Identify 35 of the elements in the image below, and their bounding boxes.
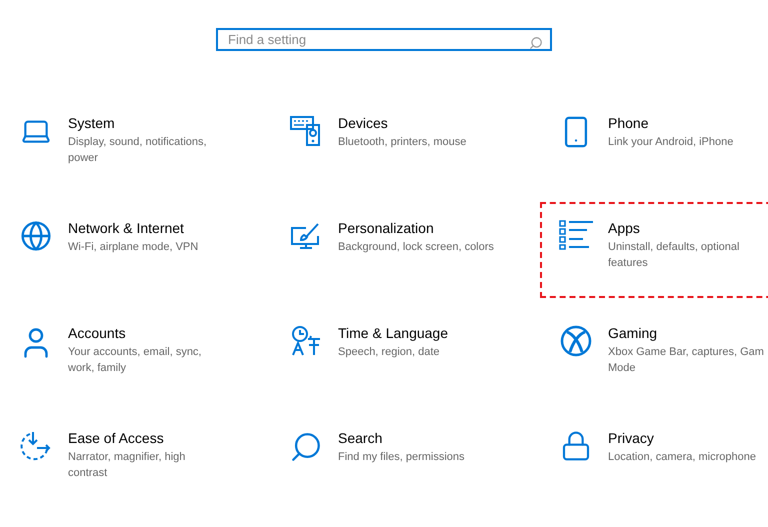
category-description: Location, camera, microphone [608, 450, 756, 465]
category-title: Time & Language [338, 325, 448, 341]
globe-icon [20, 220, 52, 252]
list-icon [559, 220, 593, 250]
category-title: Ease of Access [68, 430, 165, 446]
category-title: System [68, 115, 116, 131]
category-title: Phone [608, 115, 650, 131]
search-field[interactable]: Find a setting [216, 28, 552, 51]
keyboard-speaker-icon [290, 115, 322, 147]
xbox-icon [560, 325, 592, 357]
search-icon [529, 36, 543, 50]
category-description: Bluetooth, printers, mouse [338, 135, 466, 150]
category-description: Uninstall, defaults, optional features [608, 240, 740, 271]
category-title: Devices [338, 115, 389, 131]
category-title: Personalization [338, 220, 435, 236]
dashed-clock-icon [20, 430, 52, 462]
lock-icon [560, 430, 592, 462]
category-description: Find my files, permissions [338, 450, 465, 465]
search-icon [289, 430, 323, 464]
category-title: Search [338, 430, 384, 446]
highlighted-settings-tile[interactable]: Apps Uninstall, defaults, optional features [540, 202, 768, 298]
category-description: Speech, region, date [338, 345, 441, 360]
category-description: Your accounts, email, sync, work, family [68, 345, 202, 376]
category-description: Link your Android, iPhone [608, 135, 734, 150]
category-description: Narrator, magnifier, high contrast [68, 450, 186, 481]
category-description: Background, lock screen, colors [338, 240, 494, 255]
category-description: Display, sound, notifications, power [68, 135, 208, 166]
category-title: Privacy [608, 430, 655, 446]
clock-language-icon [290, 325, 322, 357]
category-title: Gaming [608, 325, 658, 341]
category-description: Xbox Game Bar, captures, Gam Mode [608, 345, 765, 376]
category-title: Apps [608, 220, 641, 236]
category-title: Network & Internet [68, 220, 185, 236]
category-description: Wi-Fi, airplane mode, VPN [68, 240, 198, 255]
category-title: Accounts [68, 325, 127, 341]
